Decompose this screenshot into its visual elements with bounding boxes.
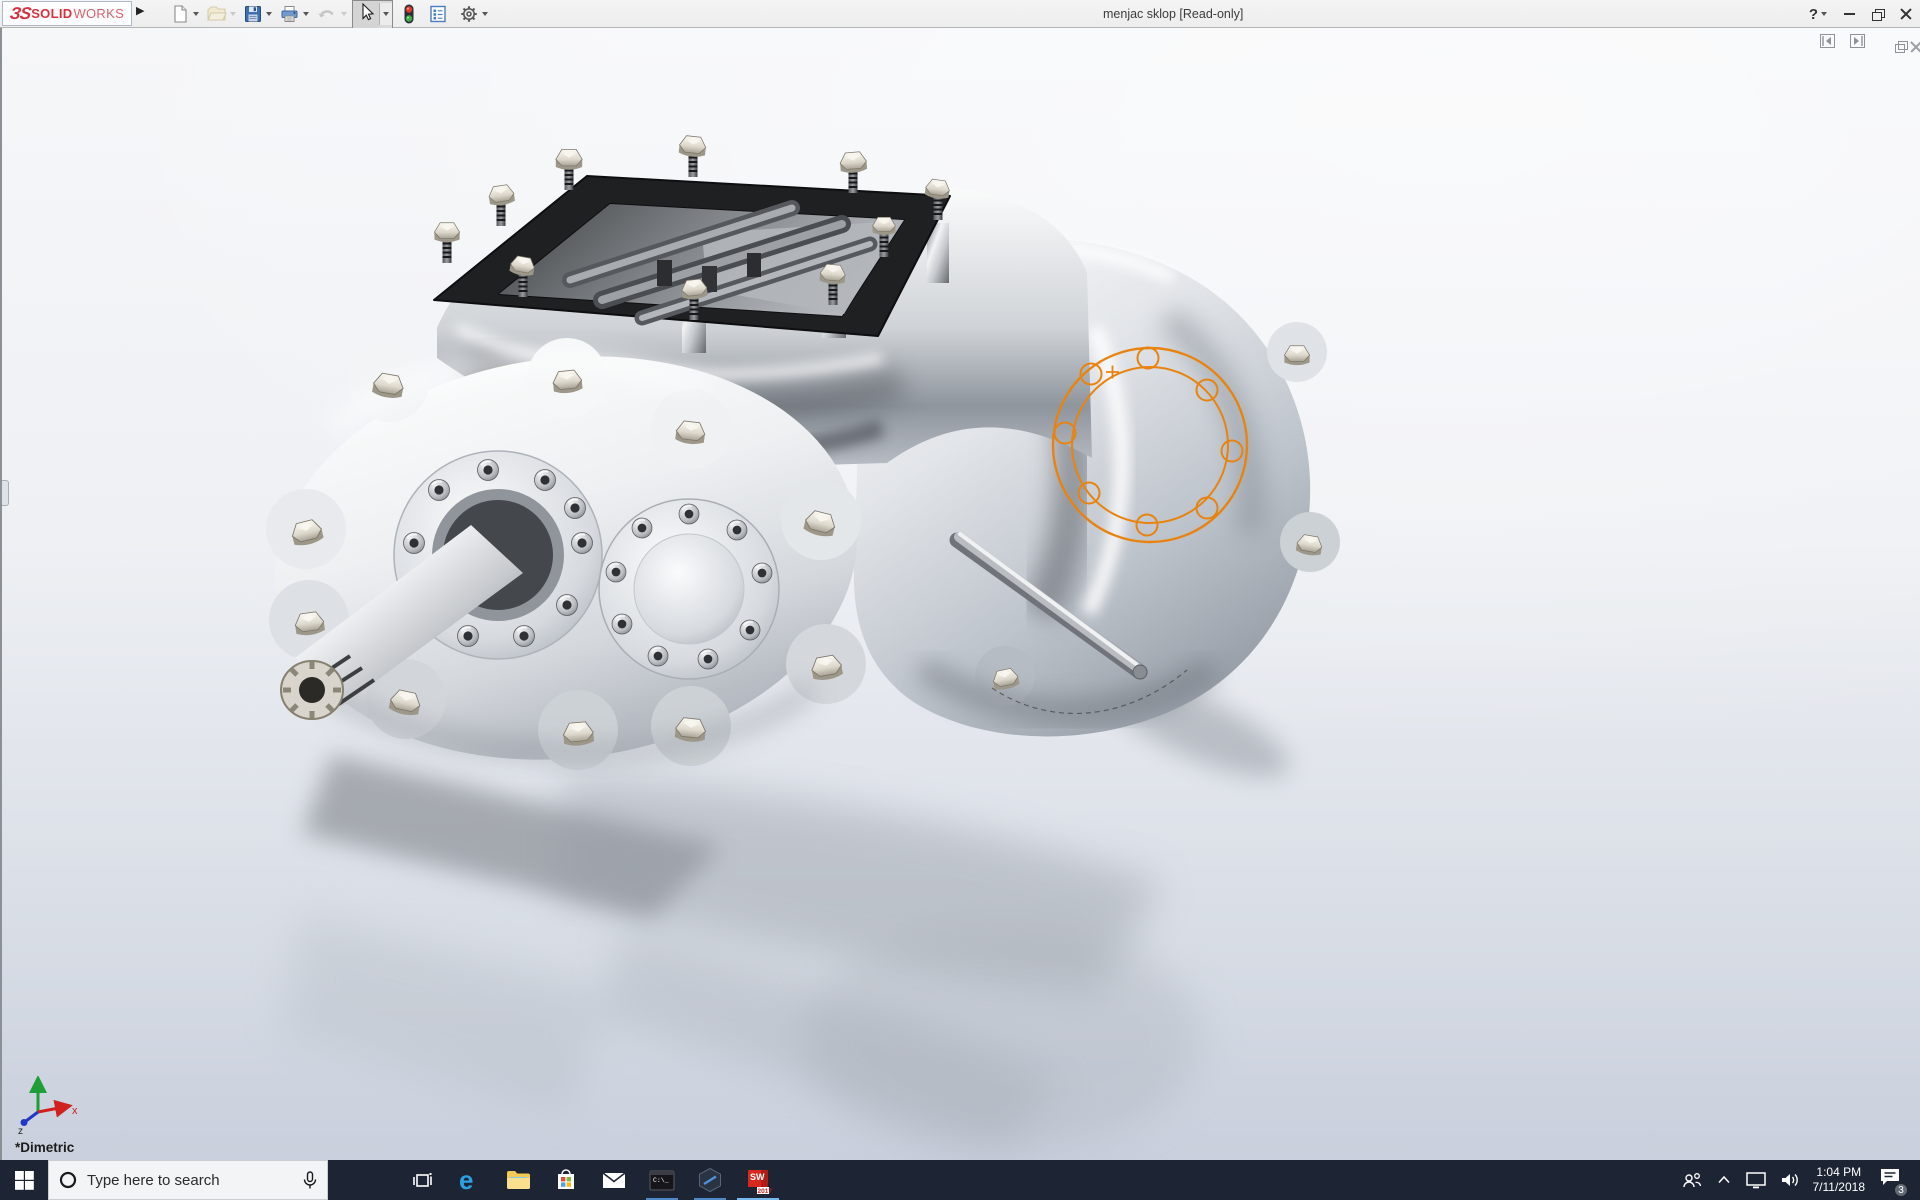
svg-text:2017: 2017 [757,1188,772,1194]
triad-x-label: x [72,1105,78,1117]
graphics-viewport[interactable]: x z *Dimetric [0,28,1920,1160]
file-properties-icon [428,4,448,24]
reference-triad: x z [10,1076,100,1140]
window-title: menjac sklop [Read-only] [1103,7,1243,21]
tray-clock[interactable]: 1:04 PM 7/11/2018 [1813,1165,1866,1195]
logo-solid-text: SOLID [31,6,72,21]
undo-button[interactable] [314,2,349,26]
select-dropdown-caret[interactable] [383,12,389,16]
rebuild-traffic-light-icon [401,3,417,25]
view-orientation-label: *Dimetric [15,1140,74,1155]
open-button[interactable] [204,2,238,26]
solidworks-2017-icon: SW 2017 [745,1167,772,1194]
help-icon: ? [1809,6,1818,23]
titlebar: ЗS SOLIDWORKS ▶ [0,0,1920,28]
svg-text:C:\_: C:\_ [653,1177,669,1184]
options-button[interactable] [457,2,490,26]
open-dropdown-caret[interactable] [230,12,236,16]
standard-toolbar [168,2,493,26]
side-cover-hub[interactable] [599,499,779,679]
notification-badge: 3 [1894,1183,1908,1197]
windows-logo-icon [15,1171,34,1190]
mail-icon [601,1169,627,1191]
start-button[interactable] [0,1160,48,1200]
rebuild-button[interactable] [399,1,419,27]
taskbar: e [0,1160,1920,1200]
print-dropdown-caret[interactable] [303,12,309,16]
minimize-button[interactable] [1844,13,1855,15]
pane-left-icon [1821,35,1834,47]
select-cursor-icon [356,2,376,22]
tray-time: 1:04 PM [1813,1165,1866,1180]
file-explorer-button[interactable] [494,1160,542,1200]
panel-splitter-tab[interactable] [2,480,9,506]
save-dropdown-caret[interactable] [266,12,272,16]
logo-mark: ЗS [9,4,32,24]
cortana-icon [59,1171,77,1189]
next-pane-button[interactable] [1850,34,1865,48]
print-icon [279,4,300,24]
help-button[interactable]: ? [1809,6,1827,23]
new-button[interactable] [168,2,201,26]
speaker-icon[interactable] [1780,1171,1800,1189]
screen: ЗS SOLIDWORKS ▶ [0,0,1920,1200]
edge-button[interactable]: e [446,1160,494,1200]
close-button[interactable] [1900,8,1912,20]
save-button[interactable] [241,2,274,26]
pane-right-icon [1851,35,1864,47]
svg-text:e: e [459,1166,473,1194]
file-properties-button[interactable] [426,2,450,26]
print-button[interactable] [277,2,311,26]
solidworks-app-button[interactable]: SW 2017 [734,1160,782,1200]
command-prompt-icon: C:\_ [649,1169,675,1192]
store-icon [554,1168,578,1192]
options-dropdown-caret[interactable] [482,12,488,16]
open-folder-icon [206,4,227,24]
undo-dropdown-caret[interactable] [341,12,347,16]
restore-icon [1872,9,1883,19]
top-cover-gasket[interactable] [434,135,951,336]
save-floppy-icon [243,4,263,24]
hexagon-app-button[interactable] [686,1160,734,1200]
undo-arrow-icon [316,4,338,24]
hexagon-app-icon [697,1167,723,1193]
edge-icon: e [456,1166,484,1194]
document-window-controls [1820,34,1910,48]
file-explorer-icon [506,1169,531,1191]
chevron-up-icon[interactable] [1716,1172,1732,1188]
restore-button[interactable] [1872,9,1883,19]
options-gear-icon [459,4,479,24]
new-dropdown-caret[interactable] [193,12,199,16]
solidworks-logo: ЗS SOLIDWORKS [2,1,132,26]
search-input[interactable] [87,1172,293,1189]
taskbar-search[interactable] [48,1160,328,1200]
previous-pane-button[interactable] [1820,34,1835,48]
svg-text:SW: SW [750,1172,765,1182]
network-icon[interactable] [1745,1171,1767,1189]
menu-flyout-arrow[interactable]: ▶ [136,4,144,17]
store-button[interactable] [542,1160,590,1200]
logo-works-text: WORKS [73,6,124,21]
gearbox-model[interactable] [2,28,1920,1160]
mail-button[interactable] [590,1160,638,1200]
task-view-button[interactable] [398,1160,446,1200]
taskbar-apps: e [398,1160,782,1200]
minimize-icon [1844,13,1855,15]
close-icon [1900,8,1912,20]
help-dropdown-caret[interactable] [1821,12,1827,16]
task-view-icon [410,1168,434,1192]
tray-date: 7/11/2018 [1813,1180,1866,1195]
window-controls: ? [1809,0,1912,28]
triad-z-label: z [18,1126,23,1137]
command-prompt-button[interactable]: C:\_ [638,1160,686,1200]
action-center-button[interactable]: 3 [1878,1166,1904,1194]
select-button[interactable] [352,0,393,29]
system-tray: 1:04 PM 7/11/2018 3 [1681,1160,1920,1200]
new-document-icon [170,4,190,24]
people-icon[interactable] [1681,1170,1703,1190]
microphone-icon[interactable] [303,1171,317,1190]
